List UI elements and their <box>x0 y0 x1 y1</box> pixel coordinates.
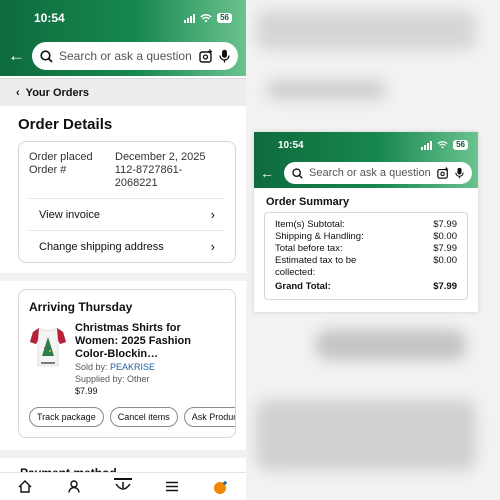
menu-icon[interactable] <box>163 478 181 496</box>
grand-total-row: Grand Total: $7.99 <box>275 281 457 293</box>
section-divider <box>0 273 246 281</box>
chevron-right-icon: › <box>210 207 215 222</box>
order-summary-box: Item(s) Subtotal: $7.99 Shipping & Handl… <box>264 212 468 300</box>
back-arrow-icon[interactable]: ← <box>8 46 25 66</box>
search-icon <box>292 167 303 179</box>
app-header: 10:54 56 ← Search or ask a question <box>254 132 478 188</box>
summary-row: Item(s) Subtotal: $7.99 <box>275 219 457 230</box>
order-details-screen: 10:54 56 ← Search or ask a question ‹ Yo… <box>0 0 246 500</box>
order-summary-screen: 10:54 56 ← Search or ask a question Orde… <box>254 132 478 312</box>
status-time: 10:54 <box>34 11 65 25</box>
camera-icon[interactable] <box>437 167 449 179</box>
search-input[interactable]: Search or ask a question <box>32 42 238 70</box>
chevron-right-icon: › <box>210 239 215 254</box>
profile-icon[interactable] <box>212 478 230 496</box>
item-price: $7.99 <box>75 386 98 396</box>
microphone-icon[interactable] <box>455 167 464 179</box>
app-header: 10:54 56 ← Search or ask a question <box>0 0 246 76</box>
search-input[interactable]: Search or ask a question <box>284 162 472 184</box>
breadcrumb-your-orders[interactable]: Your Orders <box>26 87 89 99</box>
home-icon[interactable] <box>16 478 34 496</box>
bottom-nav <box>0 472 246 500</box>
search-placeholder: Search or ask a question <box>309 167 431 179</box>
grand-total-label: Grand Total: <box>275 281 331 292</box>
status-time: 10:54 <box>278 139 304 151</box>
chevron-left-icon: ‹ <box>16 86 20 99</box>
section-divider <box>0 450 246 458</box>
battery-icon: 56 <box>453 140 468 150</box>
back-arrow-icon[interactable]: ← <box>260 165 276 181</box>
seller-link[interactable]: PEAKRISE <box>110 362 155 372</box>
grand-total-value: $7.99 <box>433 281 457 292</box>
order-placed-value: December 2, 2025 <box>115 151 206 163</box>
camera-icon[interactable] <box>199 49 213 63</box>
order-number-value: 112-8727861-2068221 <box>114 164 183 189</box>
order-number-label: Order # <box>29 164 67 176</box>
supplied-by: Supplied by: Other <box>75 374 150 384</box>
summary-row: Estimated tax to be collected: $0.00 <box>275 255 457 278</box>
wifi-icon <box>200 13 212 22</box>
order-summary-heading: Order Summary <box>266 196 350 208</box>
account-icon[interactable] <box>65 478 83 496</box>
shipment-card: Arriving Thursday Christmas Shirts for W… <box>18 289 236 438</box>
order-placed-label: Order placed <box>29 151 93 163</box>
status-bar: 10:54 56 <box>254 132 478 158</box>
order-info-card: Order placed December 2, 2025 Order # 11… <box>18 141 236 263</box>
breadcrumb[interactable]: ‹ Your Orders <box>0 78 246 106</box>
order-item[interactable]: Christmas Shirts for Women: 2025 Fashion… <box>19 314 235 397</box>
ask-product-question-button[interactable]: Ask Produc <box>183 407 235 427</box>
change-shipping-address-link[interactable]: Change shipping address › <box>29 230 225 262</box>
wifi-icon <box>437 141 448 149</box>
track-package-button[interactable]: Track package <box>29 407 104 427</box>
cancel-items-button[interactable]: Cancel items <box>109 407 178 427</box>
battery-icon: 56 <box>217 13 232 23</box>
signal-icon <box>184 13 196 23</box>
search-placeholder: Search or ask a question <box>59 49 192 63</box>
product-image[interactable] <box>29 324 67 370</box>
signal-icon <box>421 140 433 150</box>
summary-row: Total before tax: $7.99 <box>275 243 457 254</box>
view-invoice-link[interactable]: View invoice › <box>29 198 225 230</box>
status-bar: 10:54 56 <box>0 0 246 36</box>
microphone-icon[interactable] <box>219 49 230 63</box>
search-icon <box>40 49 53 63</box>
rufus-icon[interactable] <box>113 477 132 496</box>
arriving-heading: Arriving Thursday <box>29 300 133 314</box>
page-title: Order Details <box>18 116 113 133</box>
product-title[interactable]: Christmas Shirts for Women: 2025 Fashion… <box>75 322 215 361</box>
item-actions: Track package Cancel items Ask Produc <box>19 397 235 427</box>
summary-row: Shipping & Handling: $0.00 <box>275 231 457 242</box>
sold-by-label: Sold by: <box>75 362 108 372</box>
